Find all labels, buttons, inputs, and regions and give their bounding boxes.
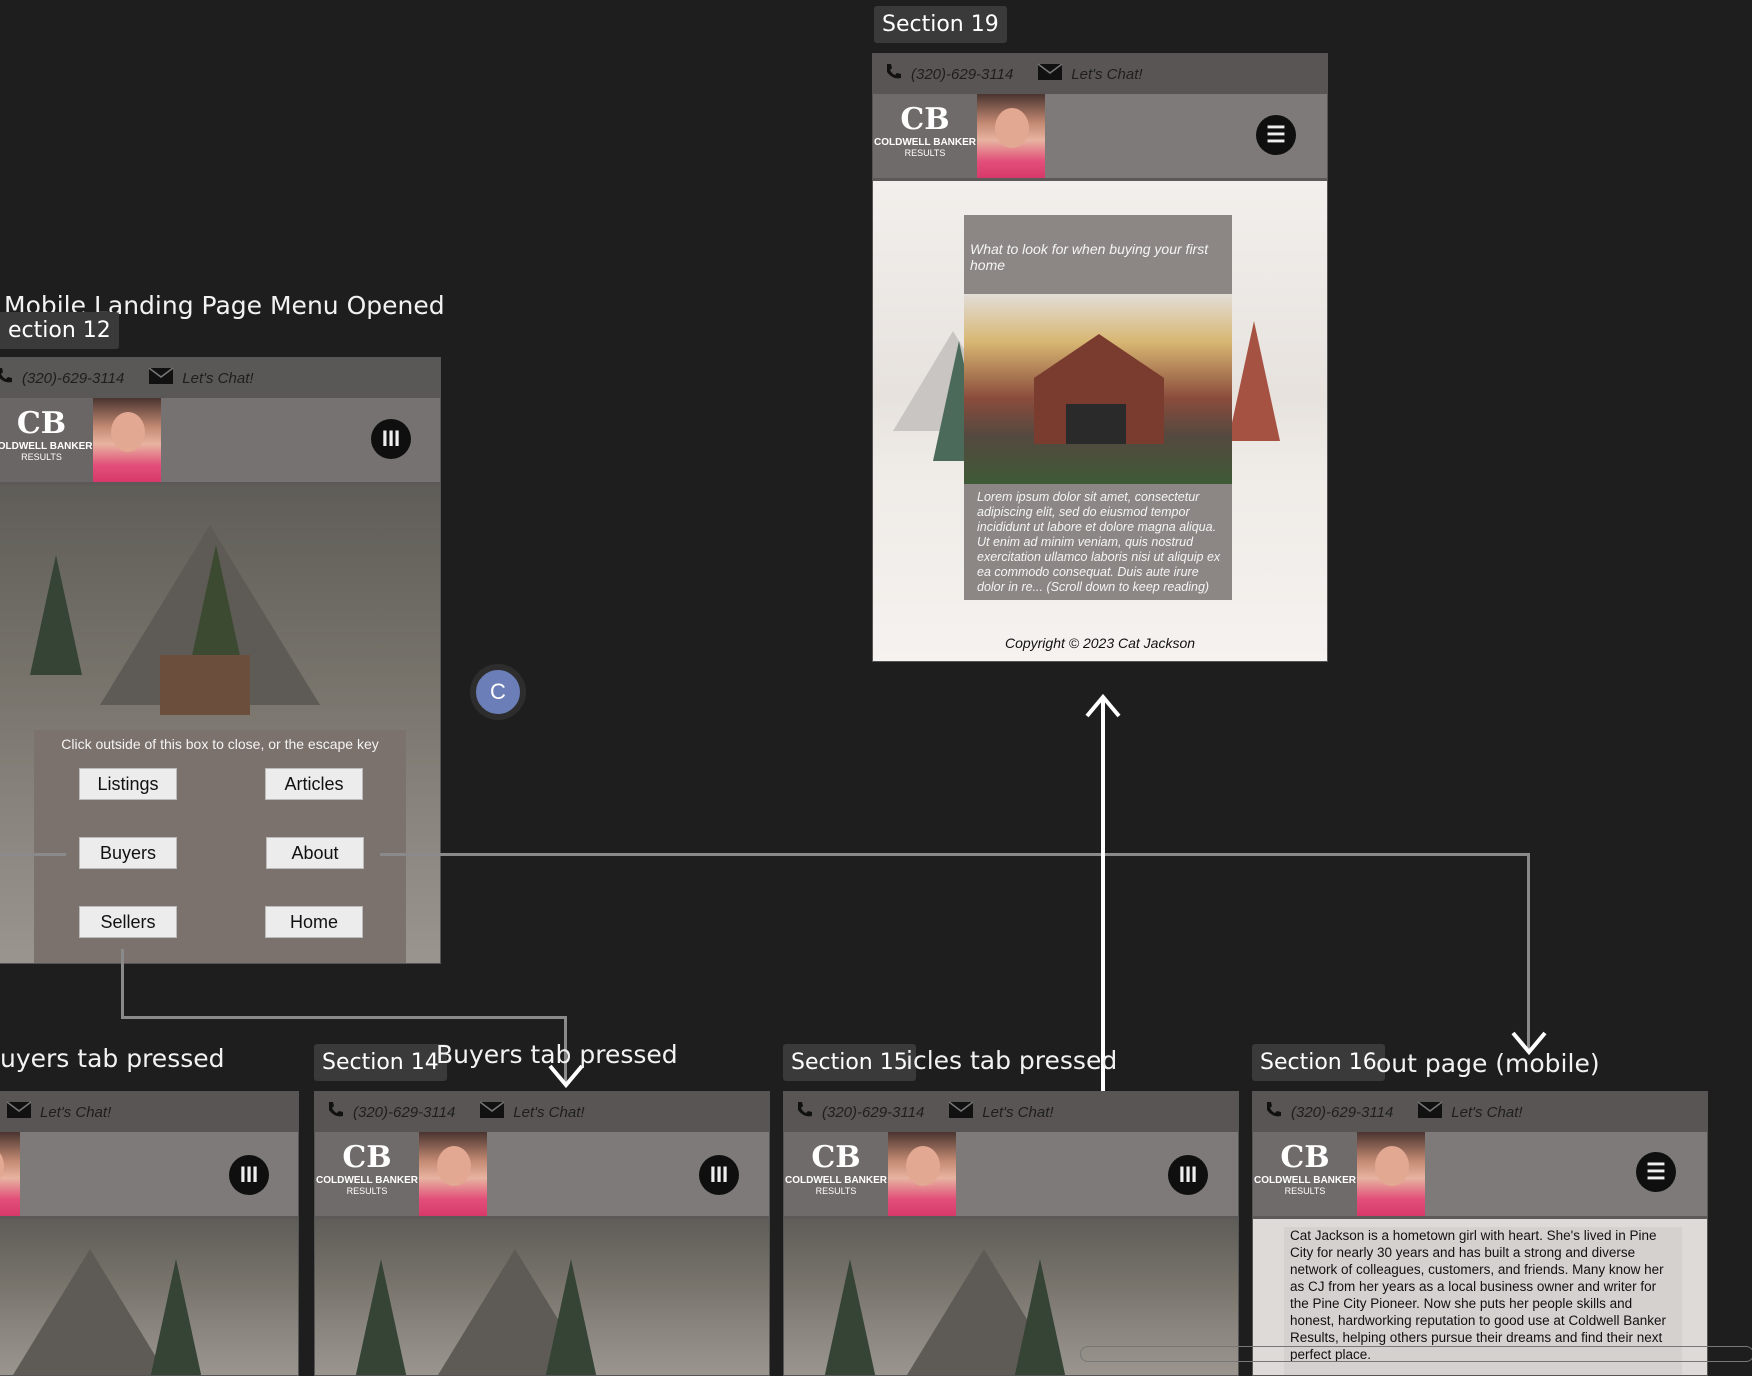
phone-icon[interactable]	[0, 366, 14, 390]
mail-icon[interactable]	[148, 367, 174, 389]
hamburger-menu-icon[interactable]: ☰	[1636, 1152, 1676, 1192]
agent-portrait	[419, 1132, 487, 1216]
mail-icon[interactable]	[6, 1101, 32, 1123]
section-badge[interactable]: Section 19	[874, 6, 1007, 43]
copyright-text: Copyright © 2023 Cat Jackson	[1004, 635, 1196, 651]
chat-link[interactable]: Let's Chat!	[40, 1104, 111, 1121]
site-header: CB COLDWELL BANKER RESULTS III	[784, 1132, 1238, 1219]
flow-connector[interactable]	[0, 853, 66, 856]
site-header: CB COLDWELL BANKER RESULTS ☰	[873, 94, 1327, 181]
background-scene	[315, 1219, 769, 1375]
home-button[interactable]: Home	[265, 906, 363, 938]
buyers-button[interactable]: Buyers	[79, 837, 177, 869]
flow-connector[interactable]	[121, 949, 124, 1019]
hamburger-menu-icon[interactable]: ☰	[1256, 115, 1296, 155]
flow-title: icles tab pressed	[906, 1046, 1118, 1075]
phone-icon[interactable]	[883, 62, 903, 86]
flow-connector[interactable]	[380, 853, 1530, 856]
flow-title: out page (mobile)	[1376, 1049, 1600, 1078]
section-14-frame[interactable]: (320)-629-3114 Let's Chat! CB COLDWELL B…	[314, 1091, 770, 1376]
nav-menu-panel[interactable]: Click outside of this box to close, or t…	[34, 730, 406, 963]
contact-bar: (320)-629-3114 Let's Chat!	[1253, 1092, 1707, 1132]
article-image	[964, 294, 1232, 484]
contact-bar: (320)-629-3114 Let's Chat!	[0, 358, 440, 398]
arrow-head-icon	[1085, 693, 1121, 718]
section-badge[interactable]: Section 14	[314, 1044, 447, 1081]
phone-number[interactable]: (320)-629-3114	[353, 1104, 455, 1121]
mail-icon[interactable]	[1417, 1101, 1443, 1123]
phone-number[interactable]: (320)-629-3114	[1291, 1104, 1393, 1121]
phone-icon[interactable]	[1263, 1100, 1283, 1124]
coldwell-banker-logo[interactable]: CB COLDWELL BANKER RESULTS	[873, 94, 977, 178]
site-header: CB COLDWELL BANKER RESULTS III	[0, 398, 440, 485]
contact-bar: (320)-629-3114 Let's Chat!	[784, 1092, 1238, 1132]
flow-connector[interactable]	[1527, 853, 1530, 1053]
article-excerpt: Lorem ipsum dolor sit amet, consectetur …	[964, 484, 1232, 600]
section-badge[interactable]: ection 12	[0, 312, 119, 349]
section-15-frame[interactable]: (320)-629-3114 Let's Chat! CB COLDWELL B…	[783, 1091, 1239, 1376]
chat-link[interactable]: Let's Chat!	[1071, 66, 1142, 83]
phone-number[interactable]: (320)-629-3114	[822, 1104, 924, 1121]
menu-open-icon[interactable]: III	[229, 1155, 269, 1195]
article-title[interactable]: What to look for when buying your first …	[964, 215, 1232, 294]
about-button[interactable]: About	[266, 837, 364, 869]
coldwell-banker-logo[interactable]: CB COLDWELL BANKER RESULTS	[784, 1132, 888, 1216]
site-header: III	[0, 1132, 298, 1219]
section-13-frame[interactable]: Let's Chat! III	[0, 1091, 299, 1376]
section-16-frame[interactable]: (320)-629-3114 Let's Chat! CB COLDWELL B…	[1252, 1091, 1708, 1376]
canvas-horizontal-scrollbar[interactable]	[1080, 1346, 1752, 1362]
contact-bar: (320)-629-3114 Let's Chat!	[315, 1092, 769, 1132]
background-scene	[0, 1219, 298, 1375]
agent-portrait	[888, 1132, 956, 1216]
chat-link[interactable]: Let's Chat!	[982, 1104, 1053, 1121]
site-header: CB COLDWELL BANKER RESULTS ☰	[1253, 1132, 1707, 1219]
collaborator-avatar[interactable]: C	[470, 664, 526, 720]
listings-button[interactable]: Listings	[79, 768, 177, 800]
menu-open-icon[interactable]: III	[699, 1155, 739, 1195]
chat-link[interactable]: Let's Chat!	[1451, 1104, 1522, 1121]
phone-number[interactable]: (320)-629-3114	[911, 66, 1013, 83]
section-12-frame[interactable]: (320)-629-3114 Let's Chat! CB COLDWELL B…	[0, 357, 441, 964]
articles-button[interactable]: Articles	[265, 768, 363, 800]
phone-icon[interactable]	[794, 1100, 814, 1124]
section-badge[interactable]: Section 16	[1252, 1044, 1385, 1081]
flow-title: uyers tab pressed	[0, 1044, 225, 1073]
house-illustration	[160, 655, 250, 715]
menu-open-icon[interactable]: III	[1168, 1155, 1208, 1195]
coldwell-banker-logo[interactable]: CB COLDWELL BANKER RESULTS	[0, 398, 93, 482]
agent-portrait	[977, 94, 1045, 178]
mail-icon[interactable]	[479, 1101, 505, 1123]
contact-bar: (320)-629-3114 Let's Chat!	[873, 54, 1327, 94]
chat-link[interactable]: Let's Chat!	[182, 370, 253, 387]
flow-title: Buyers tab pressed	[436, 1040, 678, 1069]
phone-icon[interactable]	[325, 1100, 345, 1124]
mail-icon[interactable]	[948, 1101, 974, 1123]
flow-connector[interactable]	[121, 1016, 567, 1019]
coldwell-banker-logo[interactable]: CB COLDWELL BANKER RESULTS	[315, 1132, 419, 1216]
chat-link[interactable]: Let's Chat!	[513, 1104, 584, 1121]
site-header: CB COLDWELL BANKER RESULTS III	[315, 1132, 769, 1219]
agent-portrait	[1357, 1132, 1425, 1216]
sellers-button[interactable]: Sellers	[79, 906, 177, 938]
agent-portrait	[93, 398, 161, 482]
section-19-frame[interactable]: (320)-629-3114 Let's Chat! CB COLDWELL B…	[872, 53, 1328, 662]
article-card[interactable]: What to look for when buying your first …	[964, 215, 1232, 600]
agent-portrait	[0, 1132, 20, 1216]
section-badge[interactable]: Section 15	[783, 1044, 916, 1081]
menu-open-icon[interactable]: III	[371, 419, 411, 459]
mail-icon[interactable]	[1037, 63, 1063, 85]
contact-bar: Let's Chat!	[0, 1092, 298, 1132]
coldwell-banker-logo[interactable]: CB COLDWELL BANKER RESULTS	[1253, 1132, 1357, 1216]
phone-number[interactable]: (320)-629-3114	[22, 370, 124, 387]
menu-close-hint: Click outside of this box to close, or t…	[61, 736, 379, 752]
